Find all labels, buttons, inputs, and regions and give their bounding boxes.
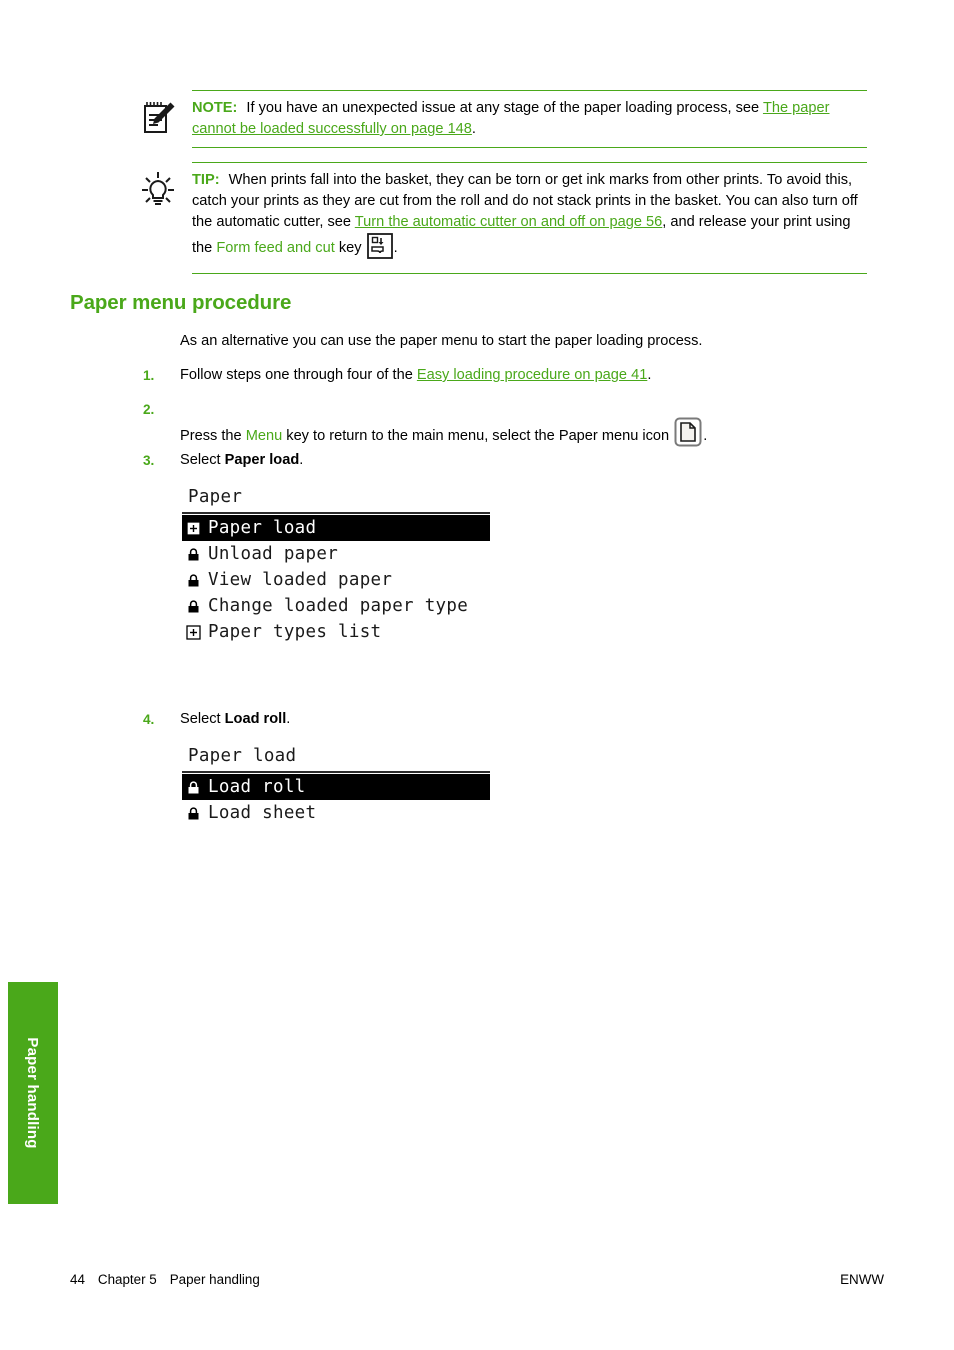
lcd-paper-menu-separator [182, 512, 490, 514]
step-2-text-after: . [703, 428, 708, 444]
step-text: Press the Menu key to return to the main… [180, 417, 869, 454]
tip-key-name: Form feed and cut [216, 240, 335, 256]
note-rule-bottom [192, 147, 867, 148]
padlock-icon [184, 800, 203, 826]
padlock-icon [184, 567, 203, 593]
tip-rule-bottom [192, 273, 867, 274]
tip-text-3: key [334, 240, 362, 256]
note-label: NOTE: [192, 100, 238, 116]
lcd-paper-menu: Paper Paper load Unload paper View loade… [182, 485, 490, 645]
footer-left: 44 Chapter 5 Paper handling [70, 1272, 260, 1287]
lcd-menu-item-change-loaded-paper-type[interactable]: Change loaded paper type [182, 593, 490, 619]
paper-menu-page-icon [674, 417, 702, 454]
lcd-menu-item-paper-load[interactable]: Paper load [182, 515, 490, 541]
lcd-paper-load-menu: Paper load Load roll Load sheet [182, 744, 490, 826]
step-2-text-middle: key to return to the main menu, select t… [282, 428, 674, 444]
step-2-text-before: Press the [180, 428, 246, 444]
chapter-side-tab-label: Paper handling [24, 1037, 42, 1149]
lcd-paper-load-title: Paper load [188, 746, 297, 766]
submenu-plus-icon [184, 619, 203, 645]
lcd-paper-load-separator [182, 771, 490, 773]
note-body: NOTE: If you have an unexpected issue at … [137, 91, 867, 147]
tip-admonition: TIP: When prints fall into the basket, th… [137, 162, 867, 274]
step-number: 2. [143, 402, 155, 417]
step-text: Follow steps one through four of the Eas… [180, 365, 869, 386]
note-pencil-icon [137, 97, 179, 139]
note-text-after: . [471, 121, 476, 137]
note-text-before: If you have an unexpected issue at any s… [246, 100, 763, 116]
page-title: Paper menu procedure [70, 291, 292, 314]
lcd-paper-menu-title: Paper [188, 487, 243, 507]
lcd-menu-item-label: Load sheet [208, 803, 317, 823]
chapter-side-tab: Paper handling [8, 982, 58, 1204]
step-3-text-before: Select [180, 452, 225, 468]
footer-right: ENWW [840, 1272, 884, 1287]
tip-text-4: . [393, 240, 398, 256]
lcd-menu-item-view-loaded-paper[interactable]: View loaded paper [182, 567, 490, 593]
step-1-link[interactable]: Easy loading procedure on page 41 [417, 367, 647, 383]
lightbulb-icon [137, 169, 179, 211]
step-4-text-after: . [286, 711, 291, 727]
footer-chapter-title: Paper handling [169, 1272, 260, 1287]
submenu-plus-icon [184, 515, 203, 541]
tip-link-1[interactable]: Turn the automatic cutter on and off on … [355, 214, 663, 230]
lcd-menu-item-unload-paper[interactable]: Unload paper [182, 541, 490, 567]
list-item: 3. Select Paper load. [143, 450, 869, 471]
padlock-icon [184, 774, 203, 800]
footer-chapter: Chapter 5 [97, 1272, 157, 1287]
step-4-bold: Load roll [224, 711, 287, 727]
lcd-menu-item-label: Change loaded paper type [208, 596, 469, 616]
lcd-menu-item-label: View loaded paper [208, 570, 393, 590]
lcd-menu-item-load-sheet[interactable]: Load sheet [182, 800, 490, 826]
step-text: Select Paper load. [180, 450, 869, 471]
step-1-text-after: . [647, 367, 652, 383]
list-item: 1. Follow steps one through four of the … [143, 365, 869, 386]
intro-paragraph: As an alternative you can use the paper … [180, 333, 703, 349]
step-number: 4. [143, 712, 155, 727]
padlock-icon [184, 541, 203, 567]
step-text: Select Load roll. [180, 709, 869, 730]
list-item: 4. Select Load roll. [143, 709, 869, 730]
tip-label: TIP: [192, 172, 220, 188]
step-4-text-before: Select [180, 711, 225, 727]
step-3-text-after: . [299, 452, 304, 468]
list-item: 2. Press the Menu key to return to the m… [143, 399, 869, 454]
note-admonition: NOTE: If you have an unexpected issue at … [137, 90, 867, 148]
lcd-menu-item-label: Unload paper [208, 544, 339, 564]
step-1-text-before: Follow steps one through four of the [180, 367, 417, 383]
form-feed-and-cut-key-icon [366, 233, 393, 266]
lcd-menu-item-label: Paper types list [208, 622, 382, 642]
step-3-bold: Paper load [224, 452, 300, 468]
lcd-menu-item-load-roll[interactable]: Load roll [182, 774, 490, 800]
lcd-menu-item-label: Paper load [208, 518, 317, 538]
step-2-key-name: Menu [245, 428, 283, 444]
tip-body: TIP: When prints fall into the basket, th… [137, 163, 867, 273]
lcd-menu-item-label: Load roll [208, 777, 306, 797]
footer-page-number: 44 [70, 1272, 85, 1287]
padlock-icon [184, 593, 203, 619]
step-number: 3. [143, 453, 155, 468]
lcd-menu-item-paper-types-list[interactable]: Paper types list [182, 619, 490, 645]
step-number: 1. [143, 368, 155, 383]
